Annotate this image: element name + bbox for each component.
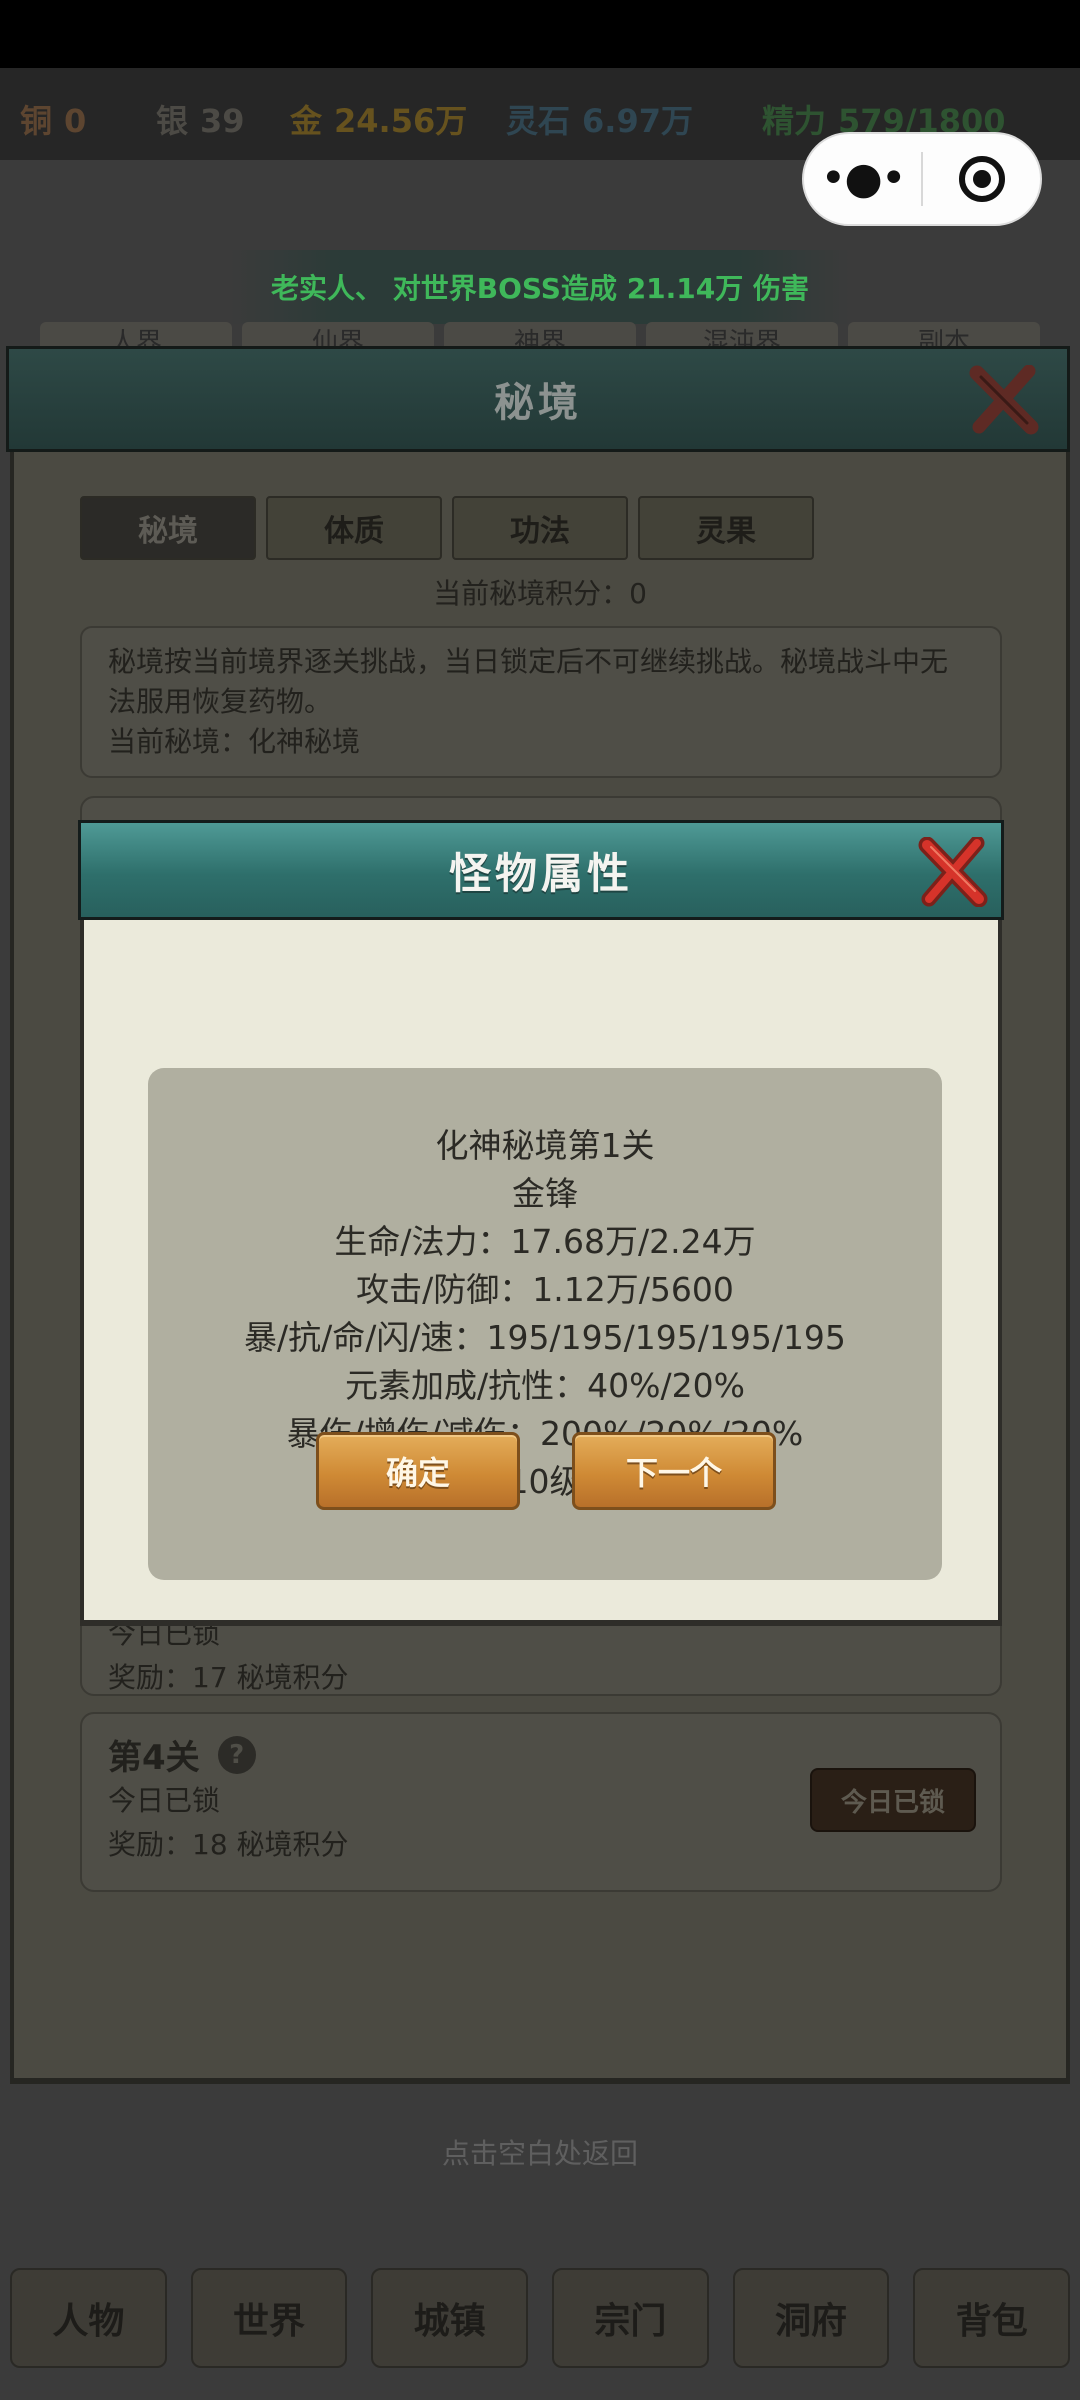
secret-score: 当前秘境积分：0 <box>433 577 647 610</box>
hp-mp-stat: 生命/法力：17.68万/2.24万 <box>334 1222 756 1261</box>
help-icon[interactable]: ? <box>217 1735 256 1774</box>
gold-resource: 金 24.56万 <box>290 102 468 140</box>
atk-def-stat: 攻击/防御：1.12万/5600 <box>356 1270 734 1309</box>
skill-stat: 技能：10级碎金斩 <box>408 1462 682 1501</box>
secret-panel-header: 秘境 <box>6 346 1070 452</box>
exit-button[interactable] <box>923 134 1040 224</box>
more-dots-icon: •●• <box>820 153 906 204</box>
stage-name: 化神秘境第1关 <box>435 1126 655 1165</box>
current-secret: 当前秘境：化神秘境 <box>108 725 361 758</box>
copper-resource: 铜0 <box>20 102 87 140</box>
monster-name: 金锋 <box>512 1174 578 1213</box>
tab-technique[interactable]: 功法 <box>452 496 628 560</box>
silver-resource: 银 39 <box>156 102 245 140</box>
spirit-stone-resource: 灵石 6.97万 <box>506 102 693 140</box>
modal-body: 化神秘境第1关 金锋 生命/法力：17.68万/2.24万 攻击/防御：1.12… <box>80 920 1002 1626</box>
miniprogram-capsule: •●• <box>802 132 1042 226</box>
more-button[interactable]: •●• <box>804 134 921 224</box>
crit-res-hit-dodge-speed-stat: 暴/抗/命/闪/速：195/195/195/195/195 <box>244 1318 846 1357</box>
nav-world[interactable]: 世界 <box>190 2268 348 2368</box>
level4-locked-button[interactable]: 今日已锁 <box>810 1768 976 1832</box>
nav-cave[interactable]: 洞府 <box>732 2268 890 2368</box>
level-card-4: 第4关 ? 今日已锁 奖励：18 秘境积分 今日已锁 <box>80 1712 1002 1892</box>
level3-reward: 奖励：17 秘境积分 <box>108 1661 349 1694</box>
boss-damage-banner: 老实人、 对世界BOSS造成 21.14万 伤害 <box>230 250 850 324</box>
nav-character[interactable]: 人物 <box>10 2268 167 2368</box>
tab-constitution[interactable]: 体质 <box>266 496 442 560</box>
nav-town[interactable]: 城镇 <box>371 2268 529 2368</box>
tap-blank-to-return[interactable]: 点击空白处返回 <box>0 2132 1080 2172</box>
bottom-nav: 人物 世界 城镇 宗门 洞府 背包 <box>10 2268 1071 2368</box>
secret-info-box: 秘境按当前境界逐关挑战，当日锁定后不可继续挑战。秘境战斗中无法服用恢复药物。 当… <box>80 626 1002 778</box>
target-circle-icon <box>958 156 1005 202</box>
element-stat: 元素加成/抗性：40%/20% <box>345 1366 745 1405</box>
nav-sect[interactable]: 宗门 <box>552 2268 709 2368</box>
next-button[interactable]: 下一个 <box>572 1432 776 1510</box>
secret-panel-title: 秘境 <box>494 380 582 426</box>
confirm-button[interactable]: 确定 <box>316 1432 520 1510</box>
tab-spirit-fruit[interactable]: 灵果 <box>638 496 814 560</box>
monster-attributes-modal: 怪物属性 化神秘境第1关 金锋 生命/法力：17.68万/2.24万 攻击/防御… <box>78 820 1004 1626</box>
level4-title-text: 第4关 <box>108 1738 200 1778</box>
modal-header: 怪物属性 <box>78 820 1004 920</box>
damage-modifier-stat: 暴伤/增伤/减伤：200%/20%/20% <box>286 1414 804 1453</box>
close-icon[interactable] <box>917 835 989 911</box>
nav-bag[interactable]: 背包 <box>913 2268 1071 2368</box>
monster-stats: 化神秘境第1关 金锋 生命/法力：17.68万/2.24万 攻击/防御：1.12… <box>84 1122 1006 1506</box>
tab-secret[interactable]: 秘境 <box>80 496 256 560</box>
modal-title: 怪物属性 <box>448 848 633 898</box>
secret-info-text: 秘境按当前境界逐关挑战，当日锁定后不可继续挑战。秘境战斗中无法服用恢复药物。 <box>108 645 949 718</box>
close-icon[interactable] <box>967 364 1041 439</box>
status-bar <box>0 0 1080 68</box>
